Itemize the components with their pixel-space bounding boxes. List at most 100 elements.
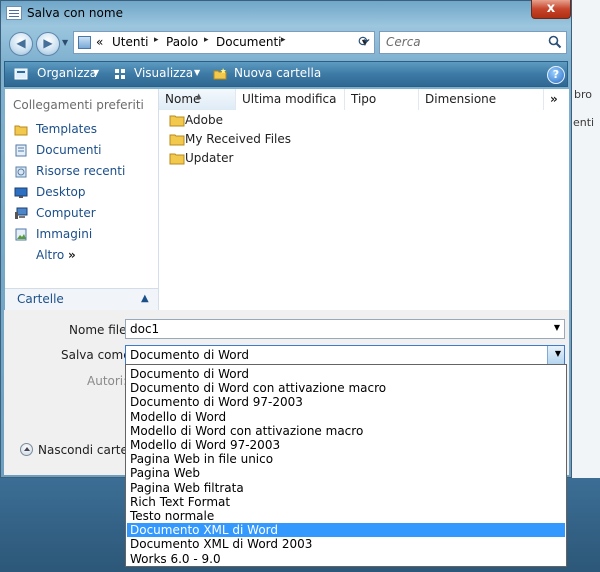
breadcrumb-utenti[interactable]: Utenti [112, 35, 149, 49]
chevron-down-icon: ▼ [554, 349, 561, 358]
dropdown-option[interactable]: Documento XML di Word 2003 [127, 537, 565, 551]
folder-icon [169, 153, 185, 165]
column-header-type[interactable]: Tipo [345, 89, 419, 110]
folder-icon [14, 125, 28, 136]
sidebar-item-documenti[interactable]: Documenti [14, 143, 114, 159]
column-overflow-button[interactable]: » [544, 89, 568, 110]
dropdown-option[interactable]: Documento di Word 97-2003 [127, 395, 565, 409]
dropdown-option[interactable]: Rich Text Format [127, 495, 565, 509]
folders-label: Cartelle [17, 292, 64, 306]
sidebar-item-label: Documenti [36, 143, 102, 157]
breadcrumb-paolo[interactable]: Paolo [166, 35, 198, 49]
filename-label: Nome file: [69, 323, 131, 337]
arrow-right-icon: ▶ [43, 36, 53, 50]
file-list: ▲ Nome Ultima modifica Tipo Dimensione »… [158, 89, 569, 310]
views-icon [115, 69, 125, 79]
refresh-button[interactable]: ⟳ [352, 31, 376, 54]
dropdown-option[interactable]: Works 6.0 - 9.0 [127, 552, 565, 566]
sidebar-item-computer[interactable]: Computer [14, 206, 114, 222]
folder-icon [169, 134, 185, 146]
dropdown-option[interactable]: Documento di Word con attivazione macro [127, 381, 565, 395]
organize-icon [14, 68, 28, 80]
list-item[interactable]: Updater [169, 151, 269, 169]
command-toolbar: Organizza ▼ Visualizza ▼ Nuova cartella … [4, 61, 568, 87]
dropdown-option[interactable]: Testo normale [127, 509, 565, 523]
saveas-selected-value: Documento di Word [130, 348, 249, 362]
filename-combobox[interactable]: ▼ [125, 319, 565, 339]
sidebar-item-desktop[interactable]: Desktop [14, 185, 114, 201]
search-input[interactable] [386, 35, 536, 49]
saveas-type-select[interactable]: Documento di Word ▼ [125, 345, 565, 365]
forward-button[interactable]: ▶ [36, 32, 60, 56]
filename-field[interactable] [130, 322, 530, 336]
saveas-dropdown-button[interactable]: ▼ [547, 346, 564, 364]
sidebar-item-label: Risorse recenti [36, 164, 126, 178]
address-bar[interactable]: « Utenti ▸ Paolo ▸ Documenti ▸ ▼ [73, 31, 375, 54]
authors-label: Autori: [87, 374, 128, 388]
dropdown-option[interactable]: Modello di Word 97-2003 [127, 438, 565, 452]
dropdown-option[interactable]: Modello di Word con attivazione macro [127, 424, 565, 438]
folder-icon [169, 115, 185, 127]
double-chevron-icon: » [68, 248, 76, 262]
sidebar-item-label: Computer [36, 206, 96, 220]
back-button[interactable]: ◀ [9, 32, 33, 56]
list-item-label: Adobe [185, 113, 223, 127]
chevron-down-icon: ▼ [93, 68, 100, 77]
list-item[interactable]: Adobe [169, 113, 269, 131]
pictures-icon [15, 228, 27, 241]
folders-toggle[interactable]: Cartelle ▲ [5, 288, 158, 310]
breadcrumb-separator[interactable]: ▸ [281, 35, 286, 45]
dropdown-option[interactable]: Documento XML di Word [127, 523, 565, 538]
list-item-label: My Received Files [185, 132, 292, 146]
breadcrumb-documenti[interactable]: Documenti [216, 35, 282, 49]
recent-icon [15, 166, 27, 178]
chevron-down-icon[interactable]: ▼ [554, 323, 560, 332]
sidebar-item-label: Desktop [36, 185, 86, 199]
sidebar-item-label: Altro [36, 248, 65, 262]
favorites-header: Collegamenti preferiti [13, 98, 144, 112]
background-text: bro [574, 88, 592, 101]
dropdown-option[interactable]: Modello di Word [127, 410, 565, 424]
column-header-size[interactable]: Dimensione [419, 89, 544, 110]
breadcrumb-overflow[interactable]: « [96, 35, 103, 49]
views-button[interactable]: Visualizza [134, 66, 193, 80]
help-button[interactable]: ? [547, 66, 565, 84]
column-header-name[interactable]: ▲ Nome [159, 89, 236, 110]
chevron-up-icon [20, 443, 33, 456]
column-header-modified[interactable]: Ultima modifica [236, 89, 345, 110]
sidebar-item-risorse-recenti[interactable]: Risorse recenti [14, 164, 134, 180]
dropdown-option[interactable]: Pagina Web filtrata [127, 481, 565, 495]
search-box[interactable] [379, 31, 567, 54]
new-folder-icon [213, 68, 227, 80]
chevron-up-icon: ▲ [141, 293, 149, 304]
sidebar-item-label: Templates [36, 122, 98, 136]
organize-button[interactable]: Organizza [37, 66, 97, 80]
background-text: enti [573, 116, 595, 129]
sidebar-item-templates[interactable]: Templates [14, 122, 114, 138]
saveas-type-dropdown-list: Documento di Word Documento di Word con a… [125, 364, 567, 567]
refresh-icon: ⟳ [358, 34, 370, 50]
new-folder-button[interactable]: Nuova cartella [234, 66, 321, 80]
search-icon[interactable] [548, 35, 562, 49]
sidebar-item-immagini[interactable]: Immagini [14, 227, 114, 243]
recent-pages-dropdown[interactable]: ▼ [62, 35, 72, 51]
dropdown-option[interactable]: Documento di Word [127, 367, 565, 381]
list-item-label: Updater [185, 151, 234, 165]
arrow-left-icon: ◀ [16, 36, 26, 50]
hide-folders-button[interactable]: Nascondi cartelle [20, 443, 142, 459]
documents-icon [15, 144, 27, 157]
computer-icon [15, 207, 28, 219]
list-item[interactable]: My Received Files [169, 132, 299, 150]
breadcrumb-separator[interactable]: ▸ [154, 35, 159, 45]
sort-ascending-icon: ▲ [196, 92, 202, 100]
window-title: Salva con nome [27, 6, 123, 20]
dropdown-option[interactable]: Pagina Web [127, 466, 565, 480]
sidebar-item-altro[interactable]: Altro » [14, 248, 94, 264]
saveas-label: Salva come: [61, 348, 135, 362]
sidebar-item-label: Immagini [36, 227, 93, 241]
breadcrumb-separator[interactable]: ▸ [204, 35, 209, 45]
dropdown-option[interactable]: Pagina Web in file unico [127, 452, 565, 466]
word-document-icon [6, 6, 22, 20]
close-button[interactable]: x [531, 0, 571, 19]
folder-icon [78, 36, 91, 49]
